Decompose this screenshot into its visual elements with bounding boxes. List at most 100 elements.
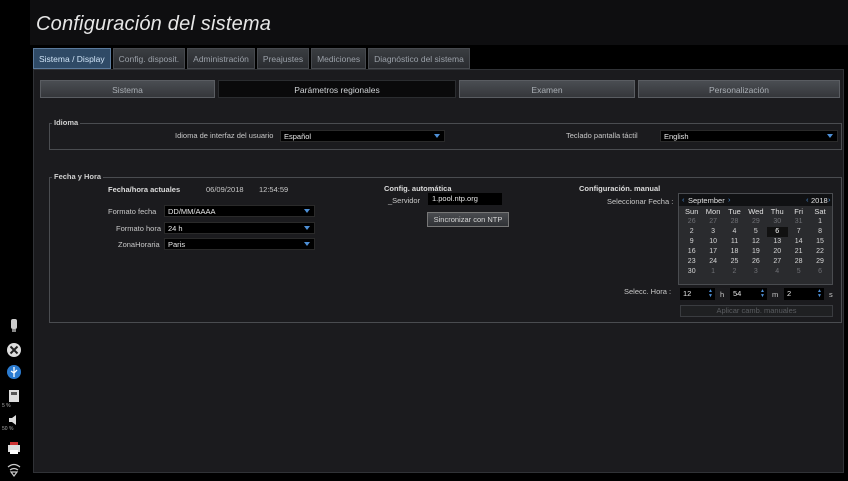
calendar-day[interactable]: 29 <box>745 217 766 227</box>
ntp-server-input[interactable]: 1.pool.ntp.org <box>428 193 502 205</box>
select-time-label: Selecc. Hora : <box>624 287 672 296</box>
subtab-examen[interactable]: Examen <box>459 80 635 98</box>
current-time: 12:54:59 <box>259 185 289 194</box>
seconds-value: 2 <box>787 289 792 298</box>
subtab-parametros-regionales[interactable]: Parámetros regionales <box>218 80 456 98</box>
calendar-day[interactable]: 30 <box>681 267 702 277</box>
calendar[interactable]: ‹ September › ‹ 2018 › Sun Mon Tue Wed Thu Fr… <box>678 193 833 285</box>
timezone-select[interactable]: Paris <box>164 238 315 250</box>
next-year-icon[interactable]: › <box>828 195 831 204</box>
calendar-day-selected[interactable]: 6 <box>766 227 788 237</box>
calendar-day[interactable]: 18 <box>724 247 745 257</box>
seconds-unit: s <box>829 290 833 299</box>
minutes-value: 54 <box>733 289 742 298</box>
spinner-arrows-icon[interactable]: ▲ ▼ <box>817 289 822 299</box>
calendar-day[interactable]: 25 <box>724 257 745 267</box>
weekday-label: Fri <box>794 207 804 216</box>
storage-percent: 5 % <box>2 403 11 409</box>
keyboard-label: Teclado pantalla táctil <box>566 131 638 140</box>
ui-language-select[interactable]: Español <box>280 130 445 142</box>
calendar-week-row: 16 17 18 19 20 21 22 <box>681 247 831 257</box>
print-icon[interactable] <box>6 440 22 456</box>
calendar-day[interactable]: 11 <box>724 237 745 247</box>
calendar-day[interactable]: 15 <box>809 237 830 247</box>
calendar-day[interactable]: 3 <box>702 227 723 237</box>
calendar-day[interactable]: 5 <box>788 267 809 277</box>
seconds-spinner[interactable]: 2 ▲ ▼ <box>784 288 824 300</box>
calendar-day[interactable]: 22 <box>809 247 830 257</box>
time-format-value: 24 h <box>168 224 183 233</box>
calendar-day[interactable]: 1 <box>702 267 723 277</box>
calendar-day[interactable]: 2 <box>681 227 702 237</box>
calendar-day[interactable]: 4 <box>767 267 788 277</box>
prev-year-icon[interactable]: ‹ <box>806 195 809 204</box>
timezone-value: Paris <box>168 240 186 249</box>
calendar-day[interactable]: 3 <box>745 267 766 277</box>
weekday-label: Sat <box>814 207 826 216</box>
calendar-day[interactable]: 12 <box>745 237 766 247</box>
next-month-icon[interactable]: › <box>728 195 731 204</box>
weekday-label: Mon <box>705 207 721 216</box>
calendar-day[interactable]: 21 <box>788 247 809 257</box>
select-date-label: Seleccionar Fecha : <box>607 197 674 206</box>
apply-manual-button[interactable]: Aplicar camb. manuales <box>680 305 833 317</box>
calendar-day[interactable]: 26 <box>681 217 702 227</box>
probe-icon[interactable] <box>6 318 22 334</box>
prev-month-icon[interactable]: ‹ <box>682 195 685 204</box>
calendar-day[interactable]: 29 <box>809 257 830 267</box>
calendar-day[interactable]: 30 <box>767 217 788 227</box>
timezone-label: ZonaHoraria <box>118 240 160 249</box>
calendar-day[interactable]: 8 <box>809 227 830 237</box>
calendar-day[interactable]: 27 <box>702 217 723 227</box>
keyboard-select[interactable]: English <box>660 130 838 142</box>
tab-preajustes[interactable]: Preajustes <box>256 48 310 69</box>
date-format-label: Formato fecha <box>108 207 157 216</box>
date-format-select[interactable]: DD/MM/AAAA <box>164 205 315 217</box>
calendar-day[interactable]: 7 <box>788 227 809 237</box>
spinner-arrows-icon[interactable]: ▲ ▼ <box>708 289 713 299</box>
minutes-spinner[interactable]: 54 ▲ ▼ <box>730 288 767 300</box>
calendar-day[interactable]: 17 <box>702 247 723 257</box>
calendar-day[interactable]: 2 <box>724 267 745 277</box>
tab-sistema-display[interactable]: Sistema / Display <box>33 48 111 69</box>
calendar-day[interactable]: 28 <box>724 217 745 227</box>
sync-ntp-button[interactable]: Sincronizar con NTP <box>427 212 509 227</box>
calendar-day[interactable]: 1 <box>809 217 830 227</box>
calendar-day[interactable]: 5 <box>745 227 766 237</box>
calendar-day[interactable]: 13 <box>767 237 788 247</box>
spinner-arrows-icon[interactable]: ▲ ▼ <box>760 289 765 299</box>
calendar-day[interactable]: 4 <box>724 227 745 237</box>
subtab-sistema[interactable]: Sistema <box>40 80 215 98</box>
calendar-day[interactable]: 27 <box>767 257 788 267</box>
calendar-day[interactable]: 31 <box>788 217 809 227</box>
tab-config-disposit[interactable]: Config. disposit. <box>112 48 186 69</box>
calendar-day[interactable]: 16 <box>681 247 702 257</box>
weekday-header-row: Sun Mon Tue Wed Thu Fri Sat <box>681 207 831 217</box>
calendar-day[interactable]: 6 <box>809 267 830 277</box>
sub-tabs: Sistema Parámetros regionales Examen Per… <box>40 80 840 98</box>
tab-diagnostico[interactable]: Diagnóstico del sistema <box>368 48 470 69</box>
cancel-icon[interactable] <box>6 342 22 358</box>
calendar-day[interactable]: 14 <box>788 237 809 247</box>
usb-icon[interactable] <box>6 364 22 380</box>
date-format-value: DD/MM/AAAA <box>168 207 216 216</box>
calendar-week-row: 23 24 25 26 27 28 29 <box>681 257 831 267</box>
calendar-day[interactable]: 19 <box>745 247 766 257</box>
calendar-day[interactable]: 24 <box>702 257 723 267</box>
calendar-day[interactable]: 9 <box>681 237 702 247</box>
tab-mediciones[interactable]: Mediciones <box>311 48 367 69</box>
hours-value: 12 <box>683 289 692 298</box>
tab-administracion[interactable]: Administración <box>187 48 255 69</box>
subtab-personalizacion[interactable]: Personalización <box>638 80 840 98</box>
calendar-day[interactable]: 20 <box>767 247 788 257</box>
calendar-day[interactable]: 26 <box>745 257 766 267</box>
hours-spinner[interactable]: 12 ▲ ▼ <box>680 288 715 300</box>
calendar-day[interactable]: 28 <box>788 257 809 267</box>
storage-icon <box>6 388 22 404</box>
weekday-label: Tue <box>728 207 741 216</box>
wireless-icon[interactable] <box>6 462 22 478</box>
server-label: _Servidor <box>388 196 421 205</box>
calendar-day[interactable]: 10 <box>702 237 723 247</box>
time-format-select[interactable]: 24 h <box>164 222 315 234</box>
calendar-day[interactable]: 23 <box>681 257 702 267</box>
